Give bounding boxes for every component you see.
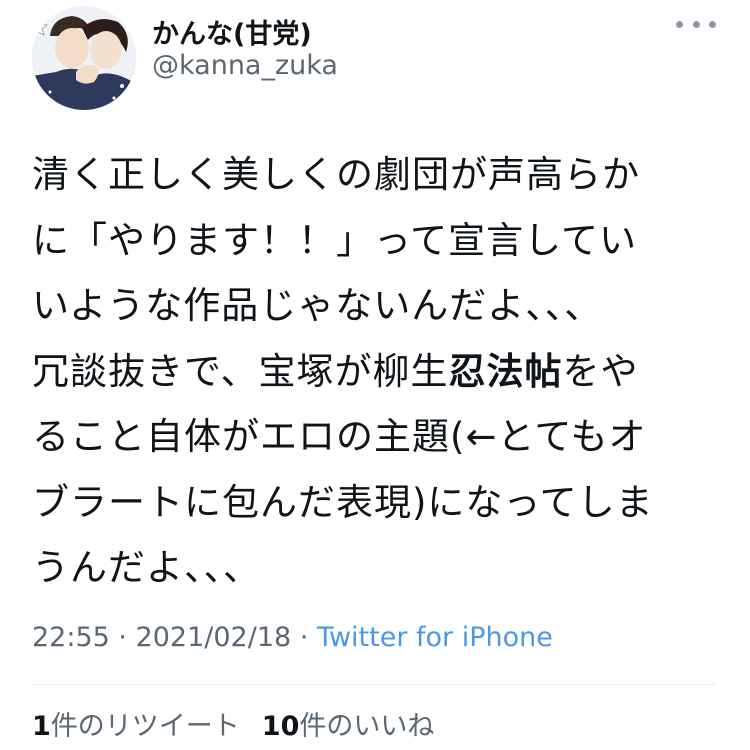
tweet-line: いような作品じゃないんだよ、、、 [32, 284, 603, 327]
retweets-stat[interactable]: 1件のリツイート [32, 711, 240, 742]
tweet-date[interactable]: 2021/02/18 [136, 622, 292, 653]
more-options-button[interactable] [676, 12, 716, 36]
more-dots-icon [692, 20, 700, 28]
retweets-label: 件のリツイート [50, 711, 240, 742]
likes-stat[interactable]: 10件のいいね [262, 711, 435, 742]
meta-separator: · [109, 622, 136, 653]
likes-count: 10 [261, 711, 300, 742]
tweet-bold-text: 忍法帖 [448, 349, 563, 393]
author-handle[interactable]: @kanna_zuka [152, 50, 338, 81]
more-dots-icon [676, 20, 683, 28]
tweet-line-text: 冗談抜きで、宝塚が柳生 [32, 349, 449, 393]
tweet: かんな(甘党) @kanna_zuka 清く正しく美しくの劇団が声高らか に「や… [0, 0, 750, 750]
tweet-line: 清く正しく美しくの劇団が声高らか [32, 153, 640, 196]
tweet-line: に「やります！！」って宣言してい [32, 218, 638, 262]
avatar-illustration-icon [32, 6, 136, 110]
likes-label: 件のいいね [299, 711, 435, 742]
tweet-line: 冗談抜きで、宝塚が柳生忍法帖をや [32, 339, 692, 405]
more-dots-icon [709, 20, 716, 28]
retweets-count: 1 [32, 711, 51, 742]
tweet-line: ブラートに包んだ表現)になってしま [32, 480, 654, 524]
meta-separator: · [291, 622, 317, 653]
tweet-text: 清く正しく美しくの劇団が声高らか に「やります！！」って宣言してい いような作品… [32, 142, 692, 601]
tweet-source-link[interactable]: Twitter for iPhone [317, 622, 553, 653]
tweet-stats: 1件のリツイート 10件のいいね [32, 704, 434, 743]
tweet-line: うんだよ、、、 [32, 546, 261, 589]
author-name[interactable]: かんな(甘党) [152, 12, 312, 51]
tweet-meta: 22:55 · 2021/02/18 · Twitter for iPhone [32, 622, 553, 653]
avatar[interactable] [32, 6, 136, 110]
tweet-line: ること自体がエロの主題(←とてもオ [32, 415, 647, 458]
divider [32, 684, 716, 685]
tweet-line-text: をや [562, 349, 639, 393]
tweet-time[interactable]: 22:55 [32, 622, 110, 653]
